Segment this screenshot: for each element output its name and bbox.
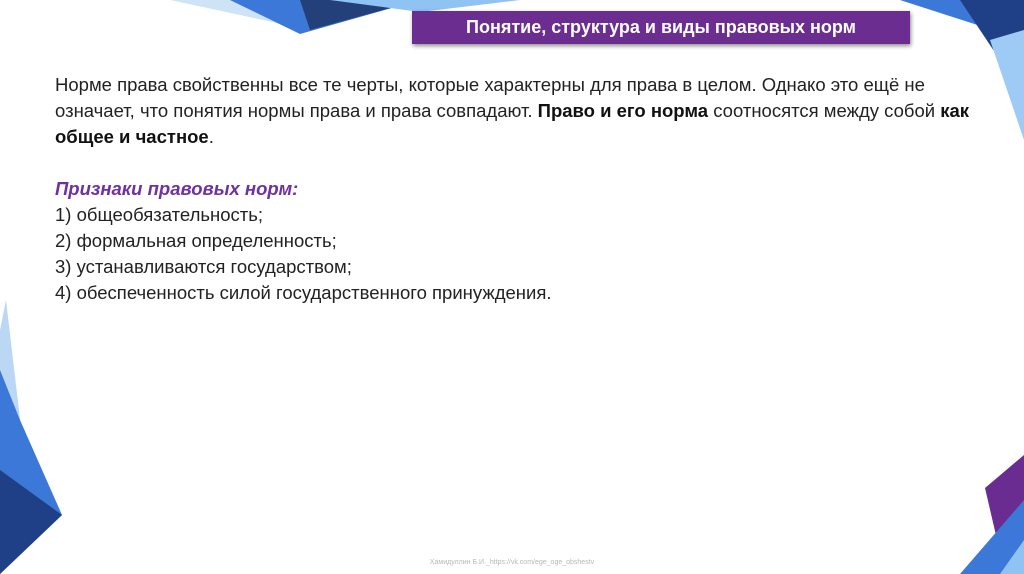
features-list-item: 1) общеобязательность;: [55, 204, 264, 225]
intro-bold-1: Право и его норма: [537, 100, 709, 121]
intro-paragraph: Норме права свойственны все те черты, ко…: [55, 72, 985, 150]
features-list-item: 3) устанавливаются государством;: [55, 256, 352, 277]
slide-title: Понятие, структура и виды правовых норм: [412, 11, 910, 44]
slide-footer: Хамидуллин Б.И._https://vk.com/ege_oge_o…: [429, 559, 595, 566]
intro-text-3: .: [208, 126, 214, 147]
features-list: 1) общеобязательность; 2) формальная опр…: [55, 202, 985, 306]
slide: Понятие, структура и виды правовых норм …: [0, 0, 1024, 574]
slide-body: Норме права свойственны все те черты, ко…: [55, 72, 985, 306]
intro-text-2: соотносятся между собой: [708, 100, 941, 121]
features-list-item: 4) обеспеченность силой государственного…: [55, 282, 552, 303]
features-list-item: 2) формальная определенность;: [55, 230, 337, 251]
features-heading: Признаки правовых норм:: [55, 178, 299, 199]
decor-top-right-light: [990, 30, 1024, 140]
